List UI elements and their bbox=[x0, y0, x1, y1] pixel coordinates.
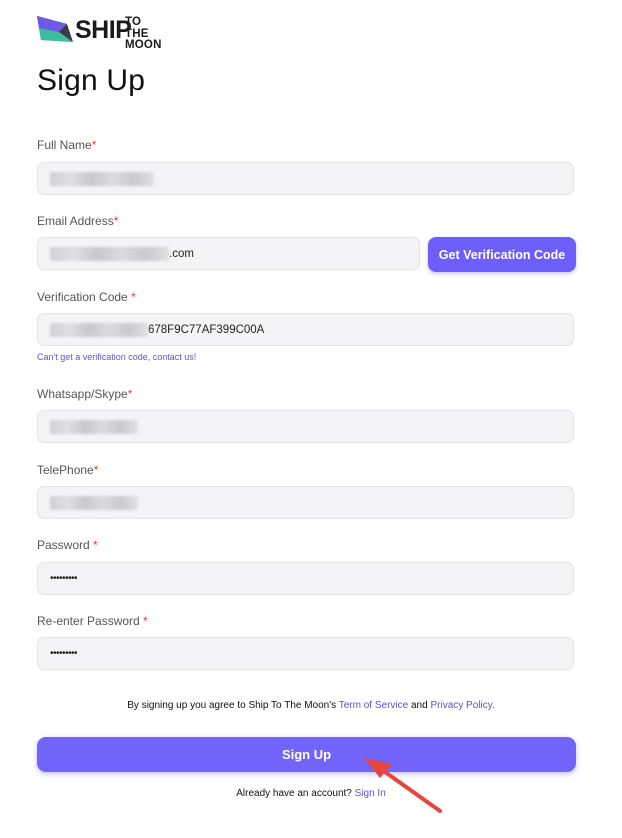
reenter-password-field[interactable]: ••••••••• bbox=[37, 637, 574, 670]
sign-in-prompt: Already have an account? Sign In bbox=[236, 788, 386, 799]
privacy-policy-link[interactable]: Privacy Policy. bbox=[430, 700, 494, 711]
contact-us-link[interactable]: Can't get a verification code, contact u… bbox=[37, 352, 196, 362]
verification-code-label: Verification Code * bbox=[37, 290, 136, 304]
logo-word-to-the-moon: TO THE MOON bbox=[125, 16, 162, 51]
password-field[interactable]: ••••••••• bbox=[37, 562, 574, 595]
terms-agreement: By signing up you agree to Ship To The M… bbox=[127, 700, 495, 711]
email-label: Email Address* bbox=[37, 214, 119, 228]
telephone-value bbox=[50, 496, 138, 510]
get-verification-code-button[interactable]: Get Verification Code bbox=[428, 237, 576, 272]
full-name-value bbox=[50, 172, 154, 186]
verification-code-field[interactable]: 678F9C77AF399C00A bbox=[37, 313, 574, 346]
ship-to-the-moon-logo[interactable]: SHIP TO THE MOON bbox=[37, 14, 161, 51]
whatsapp-skype-label: Whatsapp/Skype* bbox=[37, 387, 133, 401]
full-name-field[interactable] bbox=[37, 162, 574, 195]
page-title: Sign Up bbox=[37, 64, 146, 97]
reenter-password-mask: ••••••••• bbox=[50, 648, 78, 659]
logo-mark-icon bbox=[37, 16, 73, 42]
logo-word-ship: SHIP bbox=[75, 16, 132, 44]
whatsapp-skype-value bbox=[50, 420, 138, 434]
email-value: .com bbox=[50, 247, 194, 261]
telephone-field[interactable] bbox=[37, 486, 574, 519]
whatsapp-skype-field[interactable] bbox=[37, 410, 574, 443]
sign-in-link[interactable]: Sign In bbox=[355, 788, 386, 799]
verification-code-value: 678F9C77AF399C00A bbox=[50, 323, 264, 337]
password-label: Password * bbox=[37, 538, 98, 552]
terms-of-service-link[interactable]: Term of Service bbox=[339, 700, 408, 711]
reenter-password-label: Re-enter Password * bbox=[37, 614, 148, 628]
password-mask: ••••••••• bbox=[50, 573, 78, 584]
telephone-label: TelePhone* bbox=[37, 463, 99, 477]
full-name-label: Full Name* bbox=[37, 138, 97, 152]
sign-up-button[interactable]: Sign Up bbox=[37, 737, 576, 772]
email-field[interactable]: .com bbox=[37, 237, 420, 270]
